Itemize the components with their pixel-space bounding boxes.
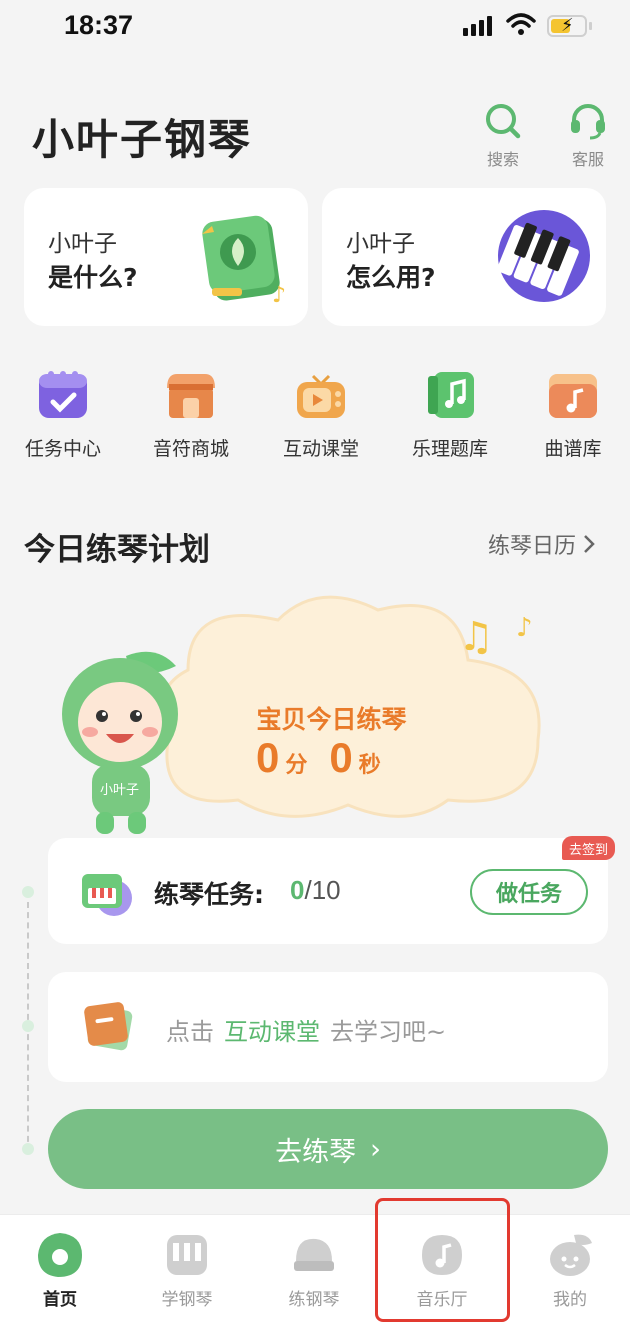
svg-text:♫: ♫ — [458, 614, 494, 660]
piano-task-icon — [82, 874, 132, 916]
signal-icon — [463, 16, 492, 36]
search-button[interactable]: 搜索 — [468, 102, 538, 170]
practice-time-display: 0 分 0 秒 — [256, 734, 397, 782]
card-line1: 小叶子 — [346, 231, 415, 257]
card-line2: 怎么用? — [346, 263, 436, 292]
tab-home[interactable]: 首页 — [10, 1231, 110, 1310]
battery-tip — [589, 22, 592, 30]
feature-label: 乐理题库 — [411, 438, 488, 460]
feature-label: 任务中心 — [24, 438, 101, 460]
feature-label: 曲谱库 — [544, 438, 602, 460]
feature-sheet-music[interactable]: 曲谱库 — [518, 366, 628, 461]
practice-minutes: 0 — [256, 734, 280, 781]
mascot-label: 小叶子 — [100, 783, 139, 798]
headset-icon — [571, 104, 605, 140]
cta-label: 去练琴 — [275, 1136, 357, 1168]
svg-text:♪: ♪ — [516, 613, 533, 643]
status-bar: 18:37 ⚡ — [0, 0, 630, 56]
tab-label: 练钢琴 — [288, 1290, 340, 1310]
check-in-badge[interactable]: 去签到 — [562, 836, 615, 860]
minutes-unit: 分 — [285, 753, 308, 778]
feature-note-mall[interactable]: 音符商城 — [136, 366, 246, 461]
feature-interactive-class[interactable]: 互动课堂 — [266, 366, 376, 461]
card-line1: 小叶子 — [48, 231, 117, 257]
profile-icon — [546, 1231, 594, 1279]
practice-plan-title: 今日练琴计划 — [24, 532, 210, 568]
task-done-count: 0 — [290, 875, 305, 905]
tip-highlight[interactable]: 互动课堂 — [224, 1012, 320, 1047]
leaf-mascot: 小叶子 — [62, 651, 178, 834]
study-tip-card[interactable]: 点击 互动课堂 去学习吧~ — [48, 972, 608, 1082]
search-icon — [486, 104, 521, 139]
status-time: 18:37 — [64, 10, 134, 40]
practice-piano-icon — [290, 1231, 338, 1279]
search-label: 搜索 — [486, 150, 519, 169]
do-task-button[interactable]: 做任务 — [470, 869, 588, 915]
home-icon — [36, 1231, 84, 1279]
tab-label: 我的 — [553, 1290, 587, 1310]
app-title: 小叶子钢琴 — [32, 115, 253, 164]
wifi-icon — [506, 13, 536, 35]
sheet-music-icon — [545, 366, 601, 422]
service-label: 客服 — [571, 150, 604, 169]
chevron-right-icon: › — [370, 1133, 381, 1165]
card-line2: 是什么? — [48, 263, 138, 292]
timeline-dot — [22, 886, 34, 898]
tab-profile[interactable]: 我的 — [520, 1231, 620, 1310]
tip-prefix: 点击 — [166, 1018, 214, 1046]
what-is-card[interactable]: 小叶子 是什么? ♪ — [24, 188, 308, 326]
notebook-icon — [84, 1002, 133, 1051]
practice-time-title: 宝贝今日练琴 — [256, 705, 407, 734]
interactive-class-icon — [293, 366, 349, 422]
feature-label: 互动课堂 — [282, 438, 359, 460]
seconds-unit: 秒 — [358, 753, 381, 778]
practice-task-card: 练琴任务: 0/10 做任务 — [48, 838, 608, 944]
timeline-dot — [22, 1020, 34, 1032]
task-progress: 0/10 — [290, 875, 341, 906]
bottom-tab-bar: 首页 学钢琴 练钢琴 音乐厅 我的 — [0, 1214, 630, 1334]
note-mall-icon — [163, 366, 219, 422]
svg-text:♪: ♪ — [272, 283, 286, 308]
timeline-dot — [22, 1143, 34, 1155]
task-label: 练琴任务: — [154, 880, 264, 909]
tip-suffix: 去学习吧~ — [330, 1018, 447, 1046]
learn-piano-icon — [163, 1231, 211, 1279]
music-hall-highlight-box — [375, 1198, 510, 1322]
task-total: /10 — [304, 875, 341, 905]
tab-practice-piano[interactable]: 练钢琴 — [264, 1231, 364, 1310]
feature-task-center[interactable]: 任务中心 — [8, 366, 118, 461]
go-practice-button[interactable]: 去练琴 › — [48, 1109, 608, 1189]
tab-label: 首页 — [43, 1290, 77, 1310]
calendar-link-label: 练琴日历 — [488, 534, 577, 559]
battery-icon: ⚡ — [547, 15, 587, 37]
study-tip-text: 点击 互动课堂 去学习吧~ — [166, 1012, 446, 1047]
task-center-icon — [35, 366, 91, 422]
green-book-icon: ♪ — [202, 215, 286, 308]
theory-bank-icon — [422, 366, 478, 422]
customer-service-button[interactable]: 客服 — [553, 102, 623, 170]
chevron-right-icon — [584, 535, 595, 553]
feature-label: 音符商城 — [152, 438, 229, 460]
how-to-use-card[interactable]: 小叶子 怎么用? — [322, 188, 606, 326]
practice-seconds: 0 — [329, 734, 353, 781]
practice-calendar-link[interactable]: 练琴日历 — [488, 528, 596, 560]
tab-label: 学钢琴 — [161, 1290, 213, 1310]
feature-theory-bank[interactable]: 乐理题库 — [395, 366, 505, 461]
tab-learn-piano[interactable]: 学钢琴 — [137, 1231, 237, 1310]
piano-keys-icon — [497, 210, 590, 302]
